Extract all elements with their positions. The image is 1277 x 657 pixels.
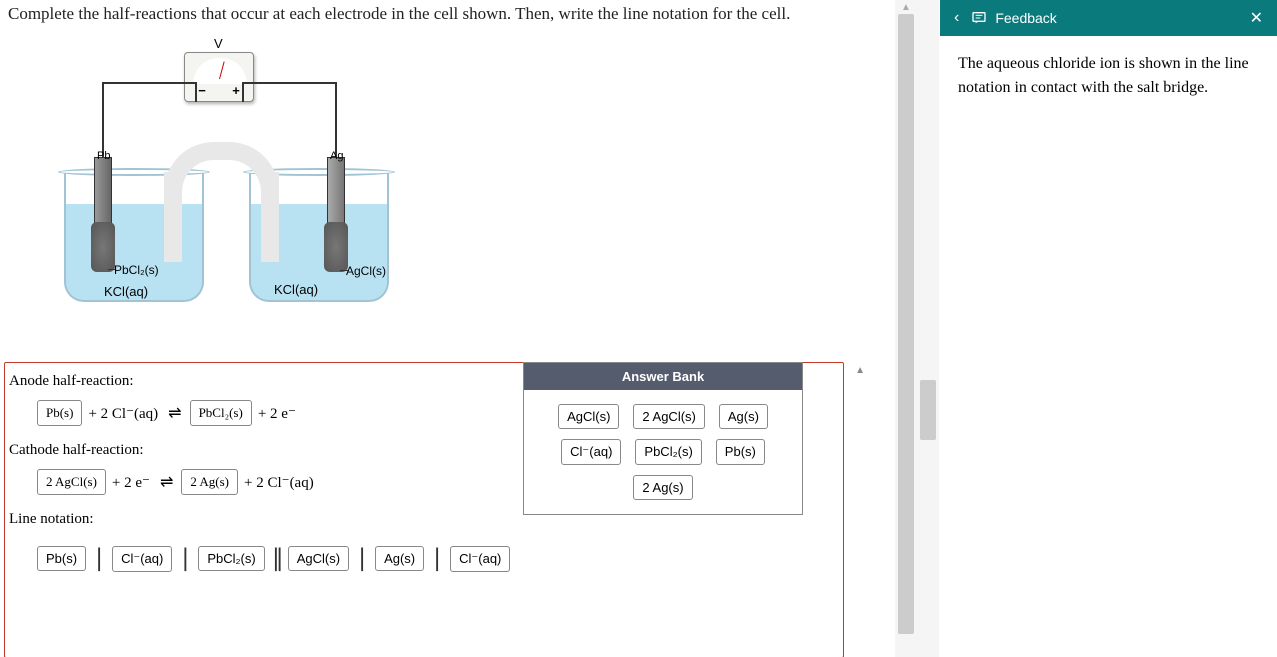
line-slot-2[interactable]: Cl⁻(aq) <box>112 546 172 572</box>
anode-slot-1[interactable]: Pb(s) <box>37 400 82 426</box>
cell-diagram: V − + <box>64 42 464 332</box>
bank-tile[interactable]: 2 Ag(s) <box>633 475 692 500</box>
cathode-slot-1[interactable]: 2 AgCl(s) <box>37 469 106 495</box>
inner-scrollbar[interactable] <box>917 0 939 657</box>
terminal-positive: + <box>232 83 240 98</box>
phase-boundary-icon: ∣ <box>355 544 369 573</box>
feedback-title: Feedback <box>995 10 1237 26</box>
line-slot-3[interactable]: PbCl₂(s) <box>198 546 264 571</box>
feedback-icon <box>971 10 987 26</box>
outer-scrollbar[interactable]: ▲ <box>895 0 917 657</box>
line-slot-5[interactable]: Ag(s) <box>375 546 424 571</box>
feedback-header: ‹ Feedback ✕ <box>940 0 1277 36</box>
question-text: Complete the half-reactions that occur a… <box>4 0 900 32</box>
solution-label-left: KCl(aq) <box>104 284 148 299</box>
answer-bank: Answer Bank AgCl(s) 2 AgCl(s) Ag(s) Cl⁻(aq)… <box>523 362 803 515</box>
anode-text-1: + 2 Cl⁻(aq) <box>86 404 160 423</box>
bank-tile[interactable]: Pb(s) <box>716 439 765 465</box>
inner-scroll-up-icon[interactable]: ▲ <box>855 365 865 376</box>
salt-bridge-icon: ∥ <box>271 544 282 573</box>
electrode-label-pb: Pb <box>96 150 111 162</box>
line-notation-row: Pb(s) ∣ Cl⁻(aq) ∣ PbCl₂(s) ∥ AgCl(s) ∣ A… <box>7 534 841 577</box>
equilibrium-arrow-icon: ⇌ <box>164 403 185 423</box>
terminal-negative: − <box>198 83 206 98</box>
scroll-thumb[interactable] <box>898 14 914 634</box>
feedback-body-text: The aqueous chloride ion is shown in the… <box>940 36 1277 116</box>
line-slot-6[interactable]: Cl⁻(aq) <box>450 546 510 572</box>
line-slot-1[interactable]: Pb(s) <box>37 546 86 571</box>
phase-boundary-icon: ∣ <box>92 544 106 573</box>
coating-label-agcl: AgCl(s) <box>346 264 386 278</box>
bank-tile[interactable]: Ag(s) <box>719 404 768 429</box>
anode-text-2: + 2 e⁻ <box>256 404 298 423</box>
bank-tile[interactable]: Cl⁻(aq) <box>561 439 621 465</box>
salt-bridge <box>164 142 279 252</box>
cathode-text-2: + 2 Cl⁻(aq) <box>242 473 316 492</box>
anode-slot-2[interactable]: PbCl₂(s) <box>190 400 252 426</box>
line-slot-4[interactable]: AgCl(s) <box>288 546 349 571</box>
bank-tile[interactable]: AgCl(s) <box>558 404 619 429</box>
phase-boundary-icon: ∣ <box>430 544 444 573</box>
electrode-label-ag: Ag <box>329 150 344 162</box>
bank-tile[interactable]: PbCl₂(s) <box>635 439 701 465</box>
feedback-back-button[interactable]: ‹ <box>950 9 963 27</box>
cathode-text-1: + 2 e⁻ <box>110 473 152 492</box>
equilibrium-arrow-icon: ⇌ <box>156 472 177 492</box>
scroll-up-icon[interactable]: ▲ <box>901 0 911 15</box>
feedback-close-button[interactable]: ✕ <box>1246 8 1267 28</box>
scroll-thumb[interactable] <box>920 380 936 440</box>
phase-boundary-icon: ∣ <box>178 544 192 573</box>
answer-zone: ▲ Anode half-reaction: Pb(s) + 2 Cl⁻(aq)… <box>4 362 844 657</box>
solution-label-right: KCl(aq) <box>274 282 318 297</box>
answer-bank-header: Answer Bank <box>524 363 802 390</box>
cathode-slot-2[interactable]: 2 Ag(s) <box>181 469 238 495</box>
bank-tile[interactable]: 2 AgCl(s) <box>633 404 704 429</box>
coating-label-pbcl2: PbCl₂(s) <box>114 263 159 277</box>
voltmeter-label: V <box>214 36 223 51</box>
feedback-panel: ‹ Feedback ✕ The aqueous chloride ion is… <box>940 0 1277 657</box>
